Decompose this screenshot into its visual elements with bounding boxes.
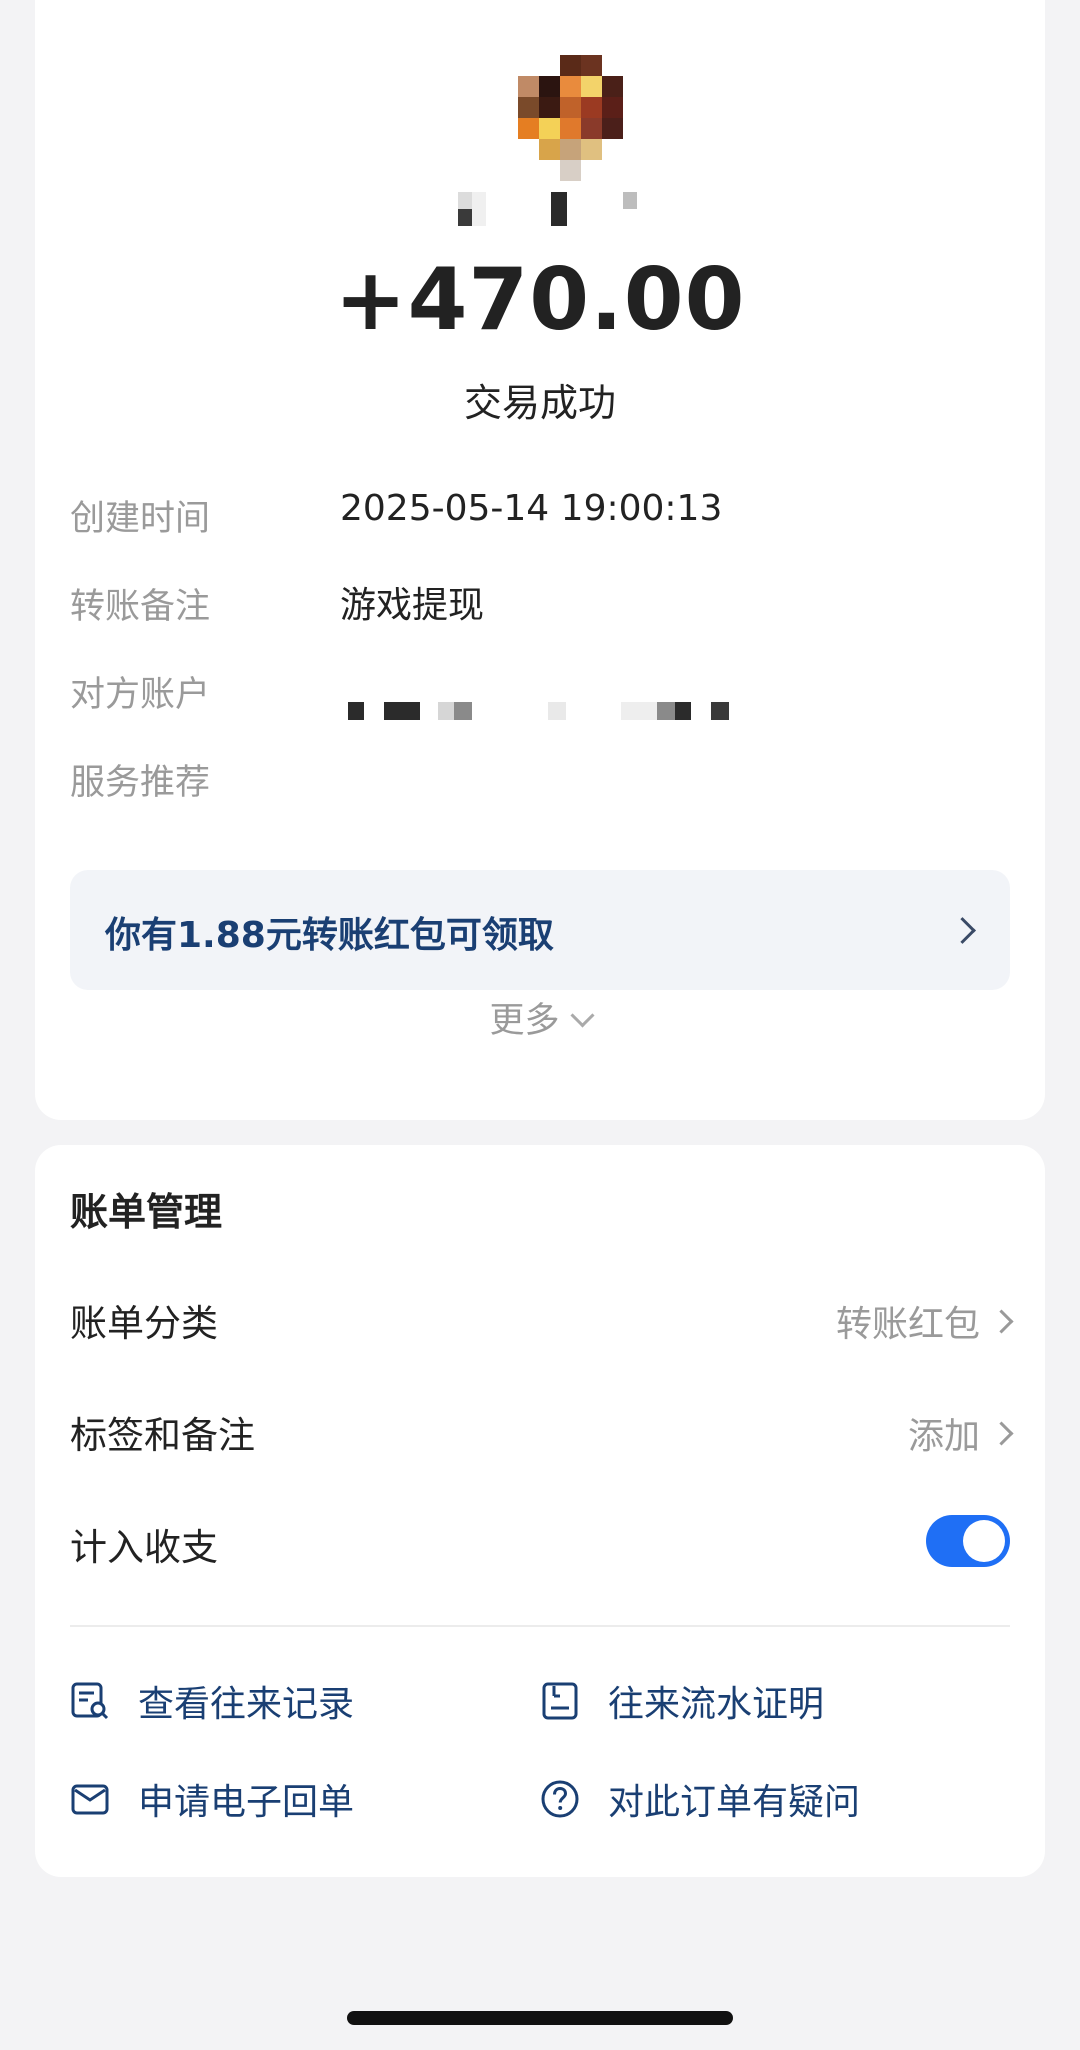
transfer-note-label: 转账备注 [70,587,211,627]
statement-proof-icon [542,1682,578,1720]
bill-management-title: 账单管理 [70,1190,223,1234]
toggle-knob [963,1520,1005,1562]
transaction-amount: +470.00 [334,250,746,350]
apply-receipt-button[interactable]: 申请电子回单 [70,1773,354,1825]
view-records-button[interactable]: 查看往来记录 [70,1675,354,1727]
tags-notes-value: 添加 [907,1416,980,1457]
chevron-right-icon [989,1421,1014,1446]
bill-category-value: 转账红包 [835,1304,980,1345]
more-button[interactable]: 更多 [35,992,1045,1043]
statement-proof-button[interactable]: 往来流水证明 [540,1675,824,1727]
counterparty-account-masked [348,702,798,722]
order-question-label: 对此订单有疑问 [608,1782,861,1823]
payer-avatar [518,55,644,181]
view-records-label: 查看往来记录 [138,1684,355,1725]
created-time-label: 创建时间 [70,499,211,539]
include-in-balance-toggle[interactable] [926,1515,1010,1567]
records-search-icon [71,1682,109,1720]
bill-management-card: 账单管理 账单分类 转账红包 标签和备注 添加 计入收支 查看往来记录 往来流水 [35,1145,1045,1877]
redpacket-banner[interactable]: 你有1.88元转账红包可领取 [70,870,1010,990]
mail-icon [71,1784,109,1815]
transaction-detail-card: +470.00 交易成功 创建时间 2025-05-14 19:00:13 转账… [35,0,1045,1120]
question-icon [541,1780,579,1818]
transaction-status: 交易成功 [463,381,616,425]
counterparty-account-label: 对方账户 [70,675,211,715]
chevron-down-icon [569,1003,595,1028]
apply-receipt-label: 申请电子回单 [138,1782,355,1823]
payer-name-masked [35,192,1045,232]
divider [70,1625,1010,1627]
tags-notes-label: 标签和备注 [70,1414,255,1457]
redpacket-banner-text: 你有1.88元转账红包可领取 [105,915,554,956]
chevron-right-icon [949,917,976,944]
order-question-button[interactable]: 对此订单有疑问 [540,1773,860,1825]
created-time-value: 2025-05-14 19:00:13 [340,488,723,529]
transfer-note-value: 游戏提现 [340,585,485,626]
bill-category-label: 账单分类 [70,1302,218,1345]
chevron-right-icon [989,1309,1014,1334]
more-label: 更多 [489,1001,560,1041]
service-recommendation-label: 服务推荐 [70,763,211,803]
include-in-balance-label: 计入收支 [70,1526,218,1569]
home-indicator [347,2011,733,2025]
statement-proof-label: 往来流水证明 [608,1684,825,1725]
